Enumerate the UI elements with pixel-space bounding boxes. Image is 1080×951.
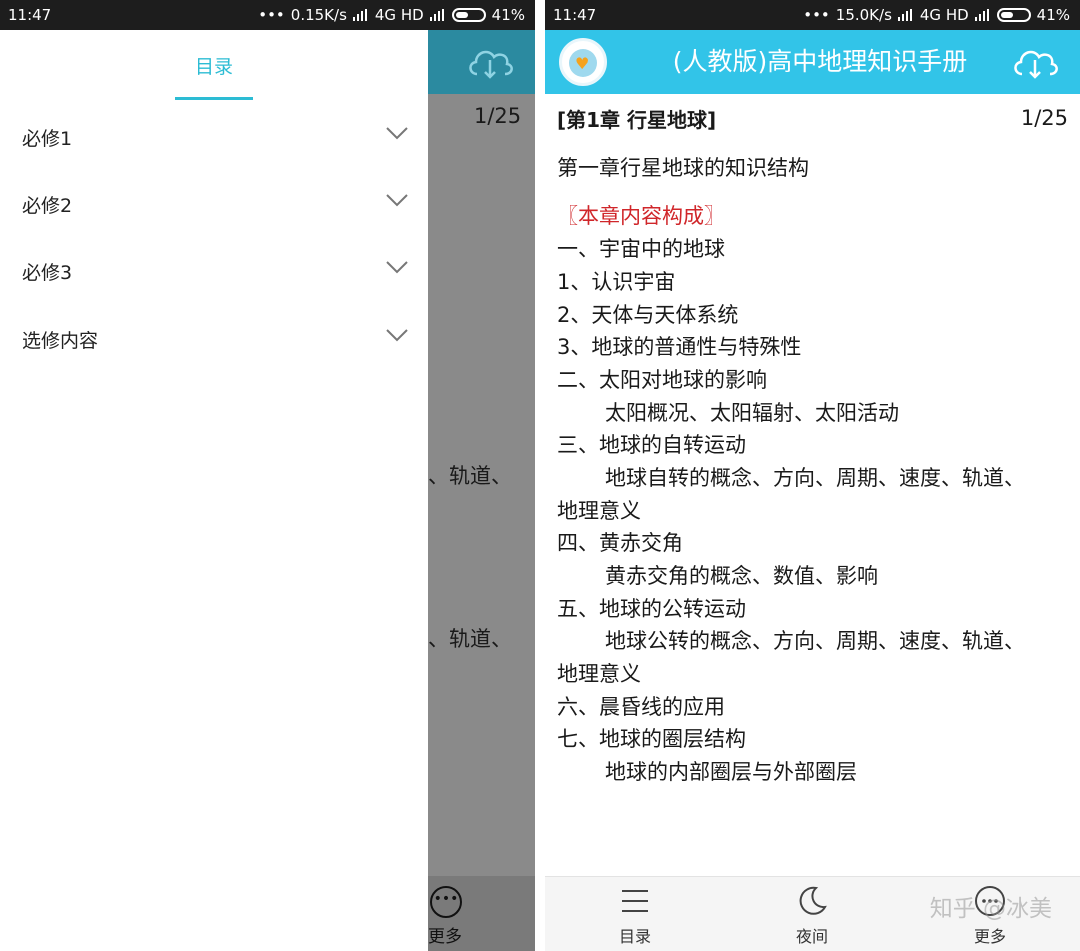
content-line: 一、宇宙中的地球: [557, 237, 725, 261]
battery-icon: [451, 8, 486, 22]
content-line: 第一章行星地球的知识结构: [557, 156, 809, 180]
content-line: 地理意义: [557, 499, 641, 523]
content-line: 三、地球的自转运动: [557, 433, 746, 457]
toc-button[interactable]: 目录: [590, 877, 680, 951]
right-screenshot: 11:47 ••• 15.0K/s 4G HD 41% ♥ (人教版)高中地理知…: [545, 0, 1080, 951]
status-dots: •••: [803, 6, 830, 24]
menu-icon: [622, 890, 648, 912]
toc-item-compulsory-2[interactable]: 必修2: [0, 179, 428, 229]
status-bar: 11:47 ••• 0.15K/s 4G HD 41%: [0, 0, 535, 30]
status-speed: 0.15K/s: [290, 6, 347, 24]
chevron-down-icon: [386, 127, 408, 140]
status-speed: 15.0K/s: [835, 6, 892, 24]
content-line: 七、地球的圈层结构: [557, 727, 746, 751]
chevron-down-icon: [386, 261, 408, 274]
content-line: 地球的内部圈层与外部圈层: [605, 760, 857, 784]
drawer-title-tab[interactable]: 目录: [0, 52, 428, 79]
status-bar: 11:47 ••• 15.0K/s 4G HD 41%: [545, 0, 1080, 30]
status-battery: 41%: [1036, 6, 1070, 24]
content-line: 地球自转的概念、方向、周期、速度、轨道、: [605, 466, 1025, 490]
signal-icon: [974, 9, 991, 21]
reader-content: [第1章 行星地球] 1/25 第一章行星地球的知识结构 〖本章内容构成〗 一、…: [545, 94, 1080, 876]
toc-item-compulsory-1[interactable]: 必修1: [0, 112, 428, 162]
more-label: 更多: [428, 927, 462, 947]
separator: [535, 0, 545, 951]
app-title: (人教版)高中地理知识手册: [672, 47, 968, 76]
signal-icon: [352, 9, 369, 21]
toc-item-label: 选修内容: [22, 330, 99, 352]
chevron-down-icon: [386, 329, 408, 342]
content-line: 太阳概况、太阳辐射、太阳活动: [605, 401, 899, 425]
toc-label: 目录: [618, 927, 651, 946]
signal-icon: [897, 9, 914, 21]
content-line: 地理意义: [557, 662, 641, 686]
toc-item-label: 必修1: [22, 128, 73, 150]
app-logo-icon: ♥: [559, 38, 607, 86]
partial-text: 、轨道、: [428, 464, 512, 488]
cloud-download-icon[interactable]: [1010, 44, 1060, 80]
content-line: 2、天体与天体系统: [557, 303, 739, 327]
partial-text: 、轨道、: [428, 627, 512, 651]
left-screenshot: 11:47 ••• 0.15K/s 4G HD 41% 1/25 、轨道、 、轨…: [0, 0, 535, 951]
status-battery: 41%: [491, 6, 525, 24]
content-line: 3、地球的普通性与特殊性: [557, 335, 802, 359]
status-time: 11:47: [553, 6, 597, 24]
content-line: 五、地球的公转运动: [557, 597, 746, 621]
moon-icon: [799, 886, 827, 915]
toc-item-compulsory-3[interactable]: 必修3: [0, 246, 428, 296]
content-line: 四、黄赤交角: [557, 531, 683, 555]
night-label: 夜间: [795, 927, 828, 946]
cloud-download-icon: [469, 50, 513, 79]
content-line: 二、太阳对地球的影响: [557, 368, 767, 392]
more-icon[interactable]: •••: [430, 886, 462, 918]
tab-indicator: [175, 97, 253, 100]
signal-icon: [429, 9, 446, 21]
page-indicator: 1/25: [474, 104, 522, 128]
toc-item-label: 必修2: [22, 195, 73, 217]
toc-item-elective[interactable]: 选修内容: [0, 314, 428, 364]
watermark: 知乎 @冰美: [929, 896, 1052, 922]
status-time: 11:47: [8, 6, 52, 24]
page-indicator: 1/25: [1020, 106, 1068, 130]
status-dots: •••: [258, 6, 285, 24]
content-line: 〖本章内容构成〗: [557, 204, 725, 228]
battery-icon: [996, 8, 1031, 22]
status-network: 4G HD: [374, 6, 424, 24]
toc-item-label: 必修3: [22, 262, 73, 284]
content-line: 六、晨昏线的应用: [557, 695, 725, 719]
content-line: 1、认识宇宙: [557, 270, 676, 294]
toc-drawer: 目录 必修1 必修2 必修3 选修内容: [0, 30, 428, 951]
content-line: 黄赤交角的概念、数值、影响: [605, 564, 878, 588]
more-label: 更多: [973, 927, 1006, 946]
chevron-down-icon: [386, 194, 408, 207]
content-line: 地球公转的概念、方向、周期、速度、轨道、: [605, 629, 1025, 653]
app-header: ♥ (人教版)高中地理知识手册: [545, 30, 1080, 94]
chapter-title: [第1章 行星地球]: [557, 108, 717, 132]
status-network: 4G HD: [919, 6, 969, 24]
night-mode-button[interactable]: 夜间: [767, 877, 857, 951]
